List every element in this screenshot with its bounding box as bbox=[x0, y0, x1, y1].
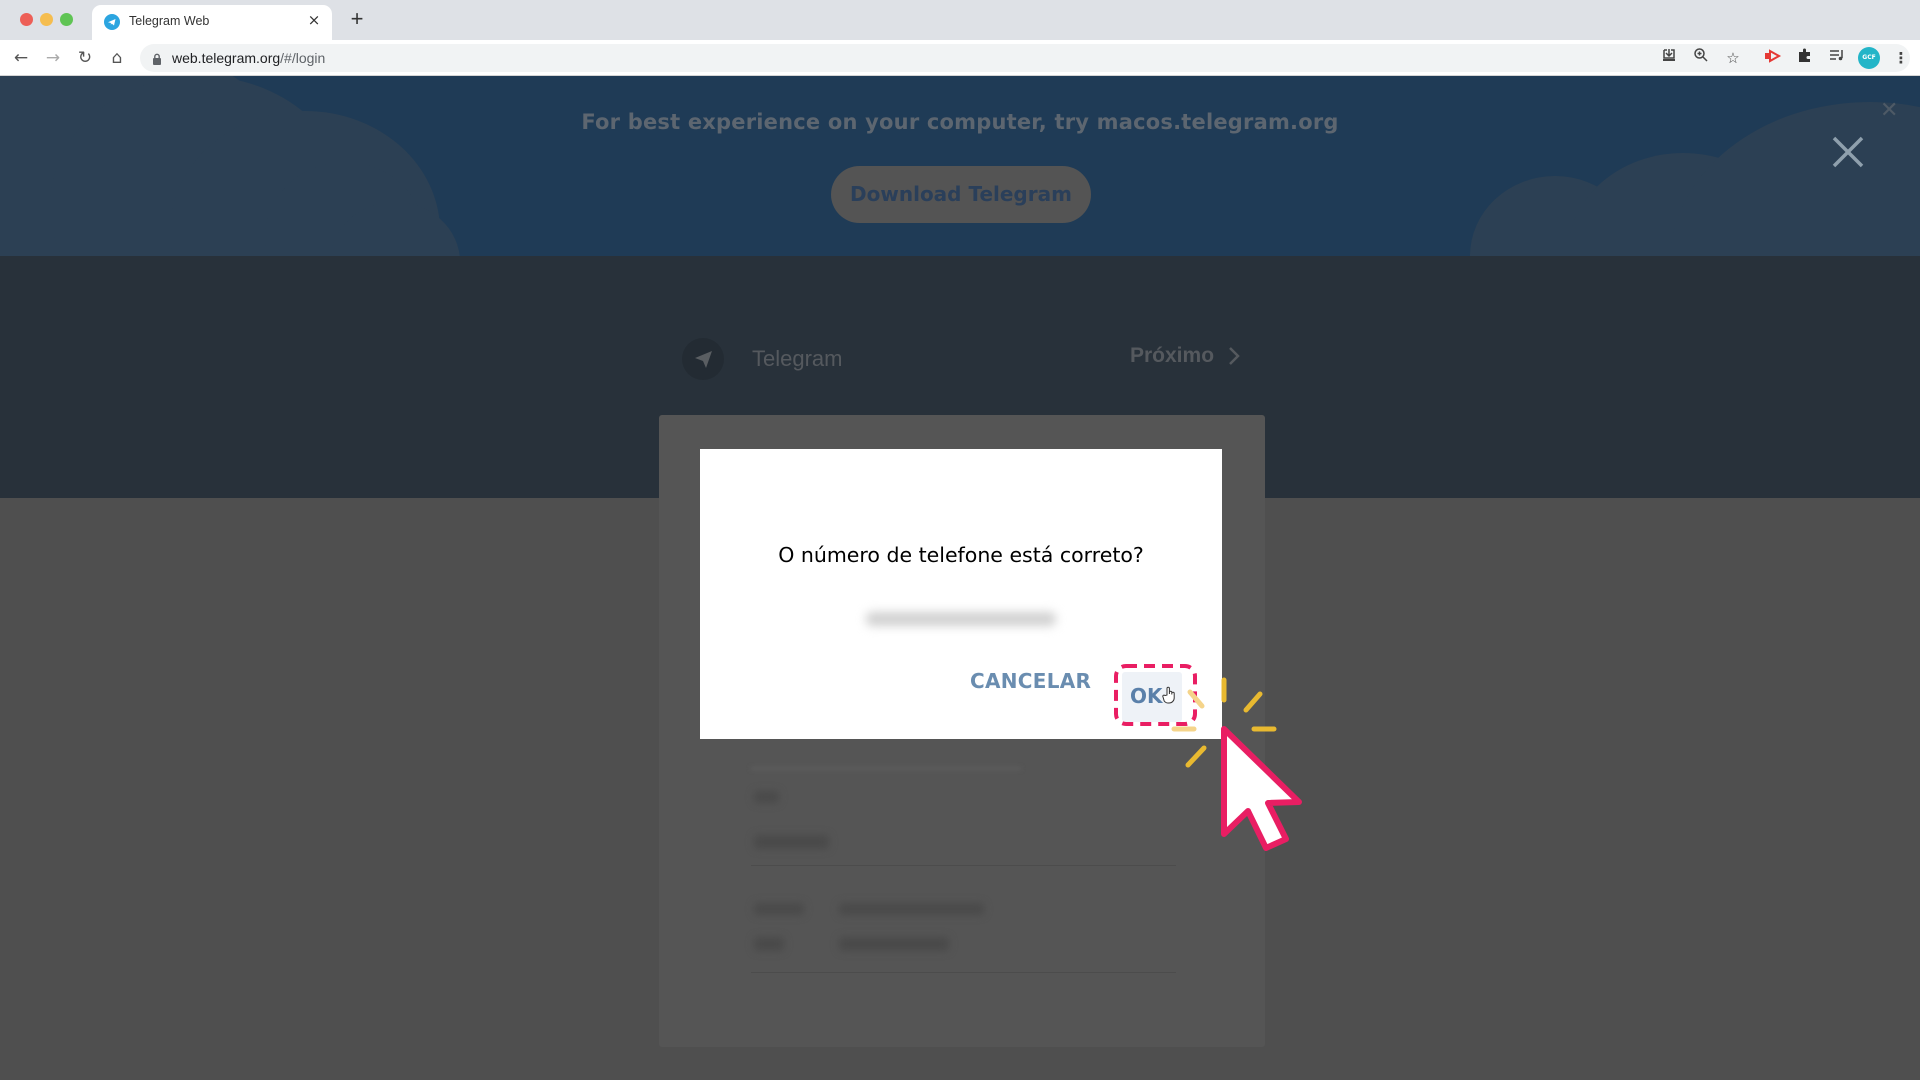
confirm-phone-dialog: O número de telefone está correto? CANCE… bbox=[700, 449, 1222, 739]
ok-label: OK bbox=[1130, 684, 1163, 708]
profile-avatar[interactable]: GCF bbox=[1858, 47, 1880, 69]
minimize-window-button[interactable] bbox=[40, 13, 53, 26]
install-icon[interactable] bbox=[1656, 45, 1682, 71]
header-title: Telegram bbox=[752, 346, 843, 371]
close-banner-icon[interactable] bbox=[1830, 134, 1866, 170]
address-bar[interactable]: web.telegram.org/#/login bbox=[140, 44, 1910, 72]
url-host: web.telegram.org bbox=[172, 50, 281, 66]
maximize-window-button[interactable] bbox=[60, 13, 73, 26]
telegram-logo-icon bbox=[682, 338, 724, 380]
extensions-puzzle-icon[interactable] bbox=[1792, 45, 1818, 71]
back-button[interactable]: ← bbox=[8, 45, 34, 71]
blurred-phone bbox=[839, 937, 949, 951]
close-icon[interactable]: ✕ bbox=[1880, 98, 1898, 123]
url-path: /#/login bbox=[280, 50, 326, 66]
menu-kebab-icon[interactable]: ⋮ bbox=[1888, 45, 1914, 71]
blurred-divider bbox=[751, 767, 1021, 770]
next-button[interactable]: Próximo bbox=[1130, 344, 1214, 368]
blurred-label bbox=[754, 791, 779, 803]
reload-button[interactable]: ↻ bbox=[72, 45, 98, 71]
extension-red-icon[interactable] bbox=[1760, 45, 1786, 71]
cancel-button[interactable]: CANCELAR bbox=[970, 669, 1091, 693]
banner-message: For best experience on your computer, tr… bbox=[581, 110, 1339, 134]
dialog-question: O número de telefone está correto? bbox=[778, 543, 1144, 567]
tab-title: Telegram Web bbox=[129, 14, 210, 28]
download-banner: For best experience on your computer, tr… bbox=[0, 76, 1920, 256]
input-underline bbox=[751, 865, 1176, 866]
new-tab-button[interactable]: + bbox=[345, 6, 369, 32]
forward-button[interactable]: → bbox=[40, 45, 66, 71]
page-content: For best experience on your computer, tr… bbox=[0, 76, 1920, 1080]
bookmark-star-icon[interactable]: ☆ bbox=[1720, 45, 1746, 71]
blurred-country bbox=[754, 835, 829, 849]
url-text[interactable]: web.telegram.org/#/login bbox=[172, 50, 325, 66]
browser-toolbar: ← → ↻ ⌂ web.telegram.org/#/login ☆ GCF ⋮ bbox=[0, 40, 1920, 76]
input-underline bbox=[751, 972, 1176, 973]
tab-telegram-web[interactable]: Telegram Web × bbox=[92, 5, 332, 40]
close-window-button[interactable] bbox=[20, 13, 33, 26]
ok-button[interactable]: OK bbox=[1122, 672, 1182, 722]
lock-icon[interactable] bbox=[152, 51, 162, 70]
blurred-code bbox=[754, 937, 784, 951]
telegram-icon bbox=[104, 14, 120, 30]
phone-number-redacted bbox=[866, 612, 1056, 626]
tab-close-icon[interactable]: × bbox=[304, 11, 324, 29]
home-button[interactable]: ⌂ bbox=[104, 45, 130, 71]
chevron-right-icon[interactable] bbox=[1227, 345, 1241, 373]
download-telegram-button[interactable]: Download Telegram bbox=[831, 166, 1091, 223]
media-queue-icon[interactable] bbox=[1824, 45, 1850, 71]
blurred-label bbox=[754, 903, 804, 915]
blurred-label bbox=[839, 903, 984, 915]
tab-strip: Telegram Web × + bbox=[0, 0, 1920, 40]
zoom-icon[interactable] bbox=[1688, 45, 1714, 71]
hand-cursor-icon bbox=[1162, 686, 1178, 708]
